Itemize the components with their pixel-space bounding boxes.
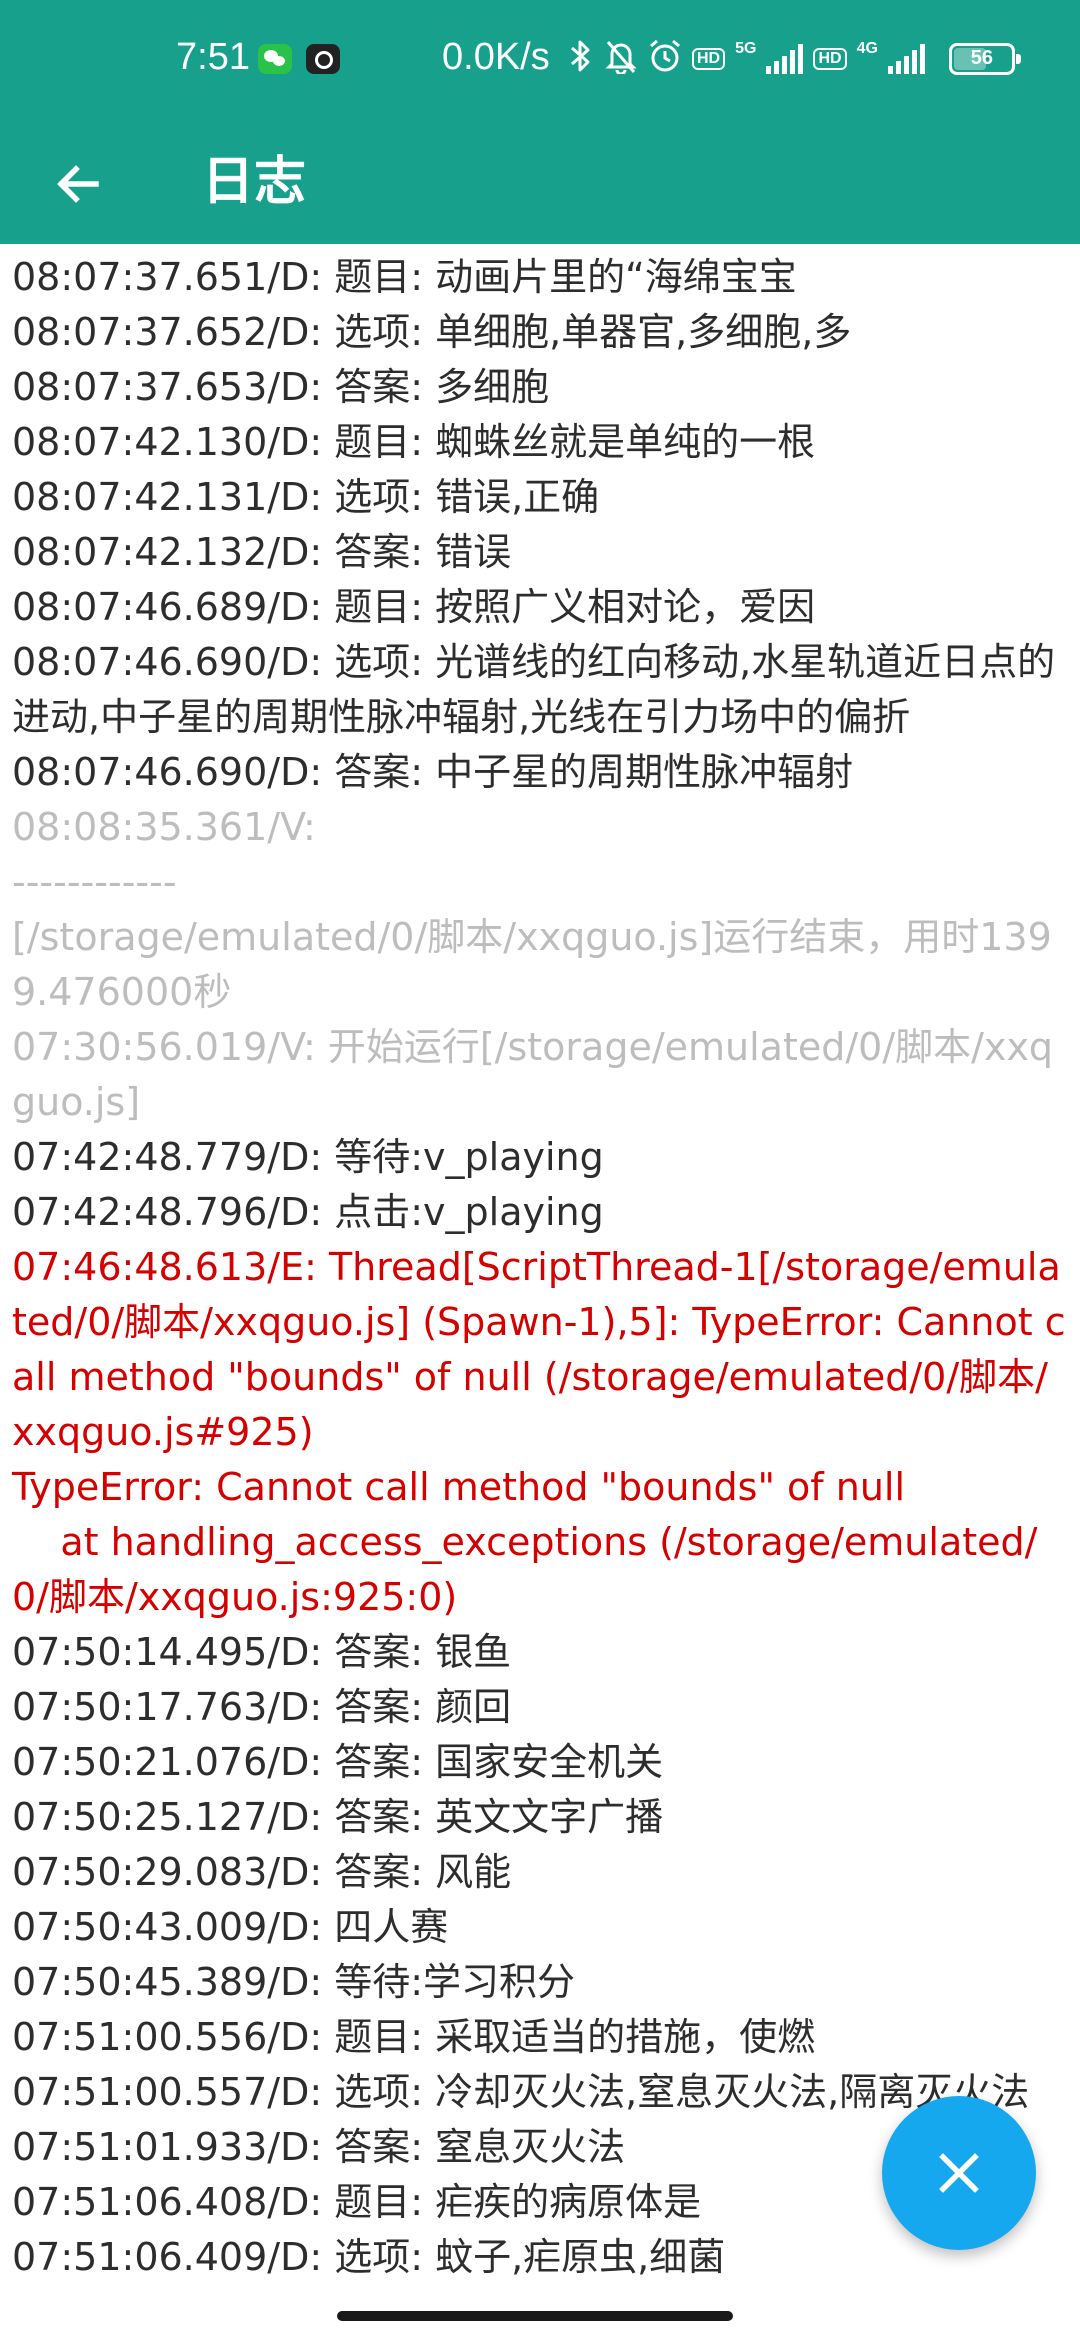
log-line: 07:51:06.409/D: 选项: 蚊子,疟原虫,细菌 [12, 2235, 726, 2279]
log-line: 07:50:17.763/D: 答案: 颜回 [12, 1685, 512, 1729]
log-line: 08:07:46.690/D: 选项: 光谱线的红向移动,水星轨道近日点的进动,… [12, 640, 1056, 739]
log-line: 07:50:21.076/D: 答案: 国家安全机关 [12, 1740, 664, 1784]
wechat-icon [258, 44, 292, 74]
status-bar: 7:51 0.0K/s HD 5G HD 4G 56 [0, 0, 1080, 120]
signal-icon [766, 44, 804, 74]
clear-log-button[interactable] [882, 2096, 1036, 2250]
log-line: 08:07:46.689/D: 题目: 按照广义相对论，爱因 [12, 585, 816, 629]
status-time: 7:51 [176, 36, 250, 78]
alarm-icon [648, 38, 682, 80]
log-line: 07:30:56.019/V: 开始运行[/storage/emulated/0… [12, 1025, 1054, 1124]
bluetooth-icon [568, 38, 594, 80]
log-line: 08:07:42.130/D: 题目: 蜘蛛丝就是单纯的一根 [12, 420, 816, 464]
log-line: 08:07:46.690/D: 答案: 中子星的周期性脉冲辐射 [12, 750, 854, 794]
log-line: 08:07:37.652/D: 选项: 单细胞,单器官,多细胞,多 [12, 310, 852, 354]
network-type-2: 4G [856, 40, 878, 57]
log-line: 07:50:14.495/D: 答案: 银鱼 [12, 1630, 512, 1674]
log-line: 07:50:29.083/D: 答案: 风能 [12, 1850, 512, 1894]
app-bar: 日志 [0, 120, 1080, 244]
page-title: 日志 [202, 152, 307, 212]
log-line: 07:50:43.009/D: 四人赛 [12, 1905, 449, 1949]
arrow-left-icon [57, 165, 99, 203]
log-list[interactable]: 08:07:37.651/D: 题目: 动画片里的“海绵宝宝 08:07:37.6… [0, 244, 1080, 2292]
battery-icon: 56 [948, 43, 1021, 75]
back-button[interactable] [38, 144, 118, 224]
status-icons: HD 5G HD 4G 56 [568, 34, 1021, 84]
home-indicator[interactable] [337, 2311, 733, 2321]
app-notification-icon [306, 44, 340, 74]
log-line: 08:07:42.132/D: 答案: 错误 [12, 530, 512, 574]
battery-level: 56 [970, 47, 994, 69]
log-line: 08:07:42.131/D: 选项: 错误,正确 [12, 475, 600, 519]
network-speed: 0.0K/s [442, 36, 550, 78]
log-line: 08:08:35.361/V: ------------ [/storage/e… [12, 805, 1052, 1014]
hd-badge-1: HD [692, 48, 726, 70]
hd-badge-2: HD [813, 48, 847, 70]
log-line: 07:50:25.127/D: 答案: 英文文字广播 [12, 1795, 664, 1839]
log-line: 07:51:00.556/D: 题目: 采取适当的措施，使燃 [12, 2015, 816, 2059]
network-type-1: 5G [735, 40, 757, 57]
log-line: 07:46:48.613/E: Thread[ScriptThread-1[/s… [12, 1245, 1066, 1619]
log-line: 07:50:45.389/D: 等待:学习积分 [12, 1960, 576, 2004]
mute-bell-icon [604, 38, 638, 80]
log-line: 08:07:37.653/D: 答案: 多细胞 [12, 365, 550, 409]
close-icon [939, 2153, 979, 2193]
signal-icon [887, 44, 925, 74]
log-line: 08:07:37.651/D: 题目: 动画片里的“海绵宝宝 [12, 255, 797, 299]
log-line: 07:42:48.796/D: 点击:v_playing [12, 1190, 604, 1234]
log-line: 07:51:00.557/D: 选项: 冷却灭火法,窒息灭火法,隔离灭火法 [12, 2070, 1030, 2114]
log-line: 07:42:48.779/D: 等待:v_playing [12, 1135, 604, 1179]
